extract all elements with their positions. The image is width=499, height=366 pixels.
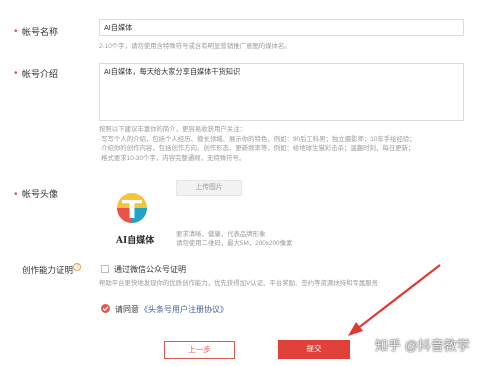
agreement-prefix: 请同意 <box>115 305 139 314</box>
avatar-hints: 要求清晰、健康，代表品牌形象 请勿使用二维码，最大5M，200x200像素 <box>176 230 292 248</box>
account-name-hint: 2-10个字，请勿使用含特殊符号或含有明显营销推广意图的媒体名。 <box>99 43 291 50</box>
upload-image-button[interactable]: 上传图片 <box>176 180 242 196</box>
suggestion-line: ·写写个人的介绍，包括个人经历、擅长领域、展示你的特色，例如：90后工科男；独立… <box>99 135 416 143</box>
agreement-link[interactable]: 《头条号用户注册协议》 <box>140 304 228 315</box>
suggestion-line: ·介绍你的创作内容，包括创作方向、创作形态、更新频率等，例如：给地球生猫彩击杀；… <box>99 145 415 152</box>
capability-desc: 帮助平台更快地发现你的优质创作能力，优先获得加V认证、平台奖励、签约等资源扶持和… <box>99 280 379 287</box>
account-intro-textarea[interactable]: AI自媒体，每天给大家分享自媒体干货知识 <box>99 63 464 121</box>
avatar-preview: AI自媒体 <box>102 188 162 248</box>
account-avatar-label: 帐号头像 <box>22 189 59 199</box>
agreement-checked-icon[interactable] <box>101 304 110 313</box>
previous-step-button[interactable]: 上一步 <box>164 341 235 359</box>
creation-ability-label: 创作能力证明 <box>22 265 74 275</box>
required-marker: • <box>14 26 18 37</box>
check-icon <box>102 306 109 312</box>
wechat-proof-checkbox[interactable] <box>101 265 109 273</box>
account-intro-suggestions: 按照以下建议丰富你的简介，更容易收获用户关注： ·写写个人的介绍，包括个人经历、… <box>99 125 416 163</box>
required-marker: • <box>14 68 18 79</box>
avatar-hint-line: 请勿使用二维码，最大5M，200x200像素 <box>176 240 293 247</box>
watermark: 知乎 @抖音教学 <box>375 338 470 353</box>
account-name-input[interactable]: AI自媒体 <box>99 19 464 36</box>
avatar-logo-text: AI自媒体 <box>116 236 155 246</box>
wechat-proof-label: 通过微信公众号证明 <box>114 265 186 274</box>
required-marker: • <box>14 189 18 200</box>
account-name-label: 帐号名称 <box>22 27 59 37</box>
avatar-hint-line: 要求清晰、健康，代表品牌形象 <box>176 231 266 238</box>
suggestion-line: 按照以下建议丰富你的简介，更容易收获用户关注： <box>99 126 246 133</box>
suggestion-line: ·格式要求10-30个字，内容完整通顺，无特殊符号。 <box>99 154 246 162</box>
question-circle-icon[interactable]: ? <box>73 263 81 271</box>
submit-button[interactable]: 提交 <box>278 340 350 359</box>
annotation-arrow <box>348 264 441 336</box>
account-intro-label: 帐号介绍 <box>22 69 59 79</box>
